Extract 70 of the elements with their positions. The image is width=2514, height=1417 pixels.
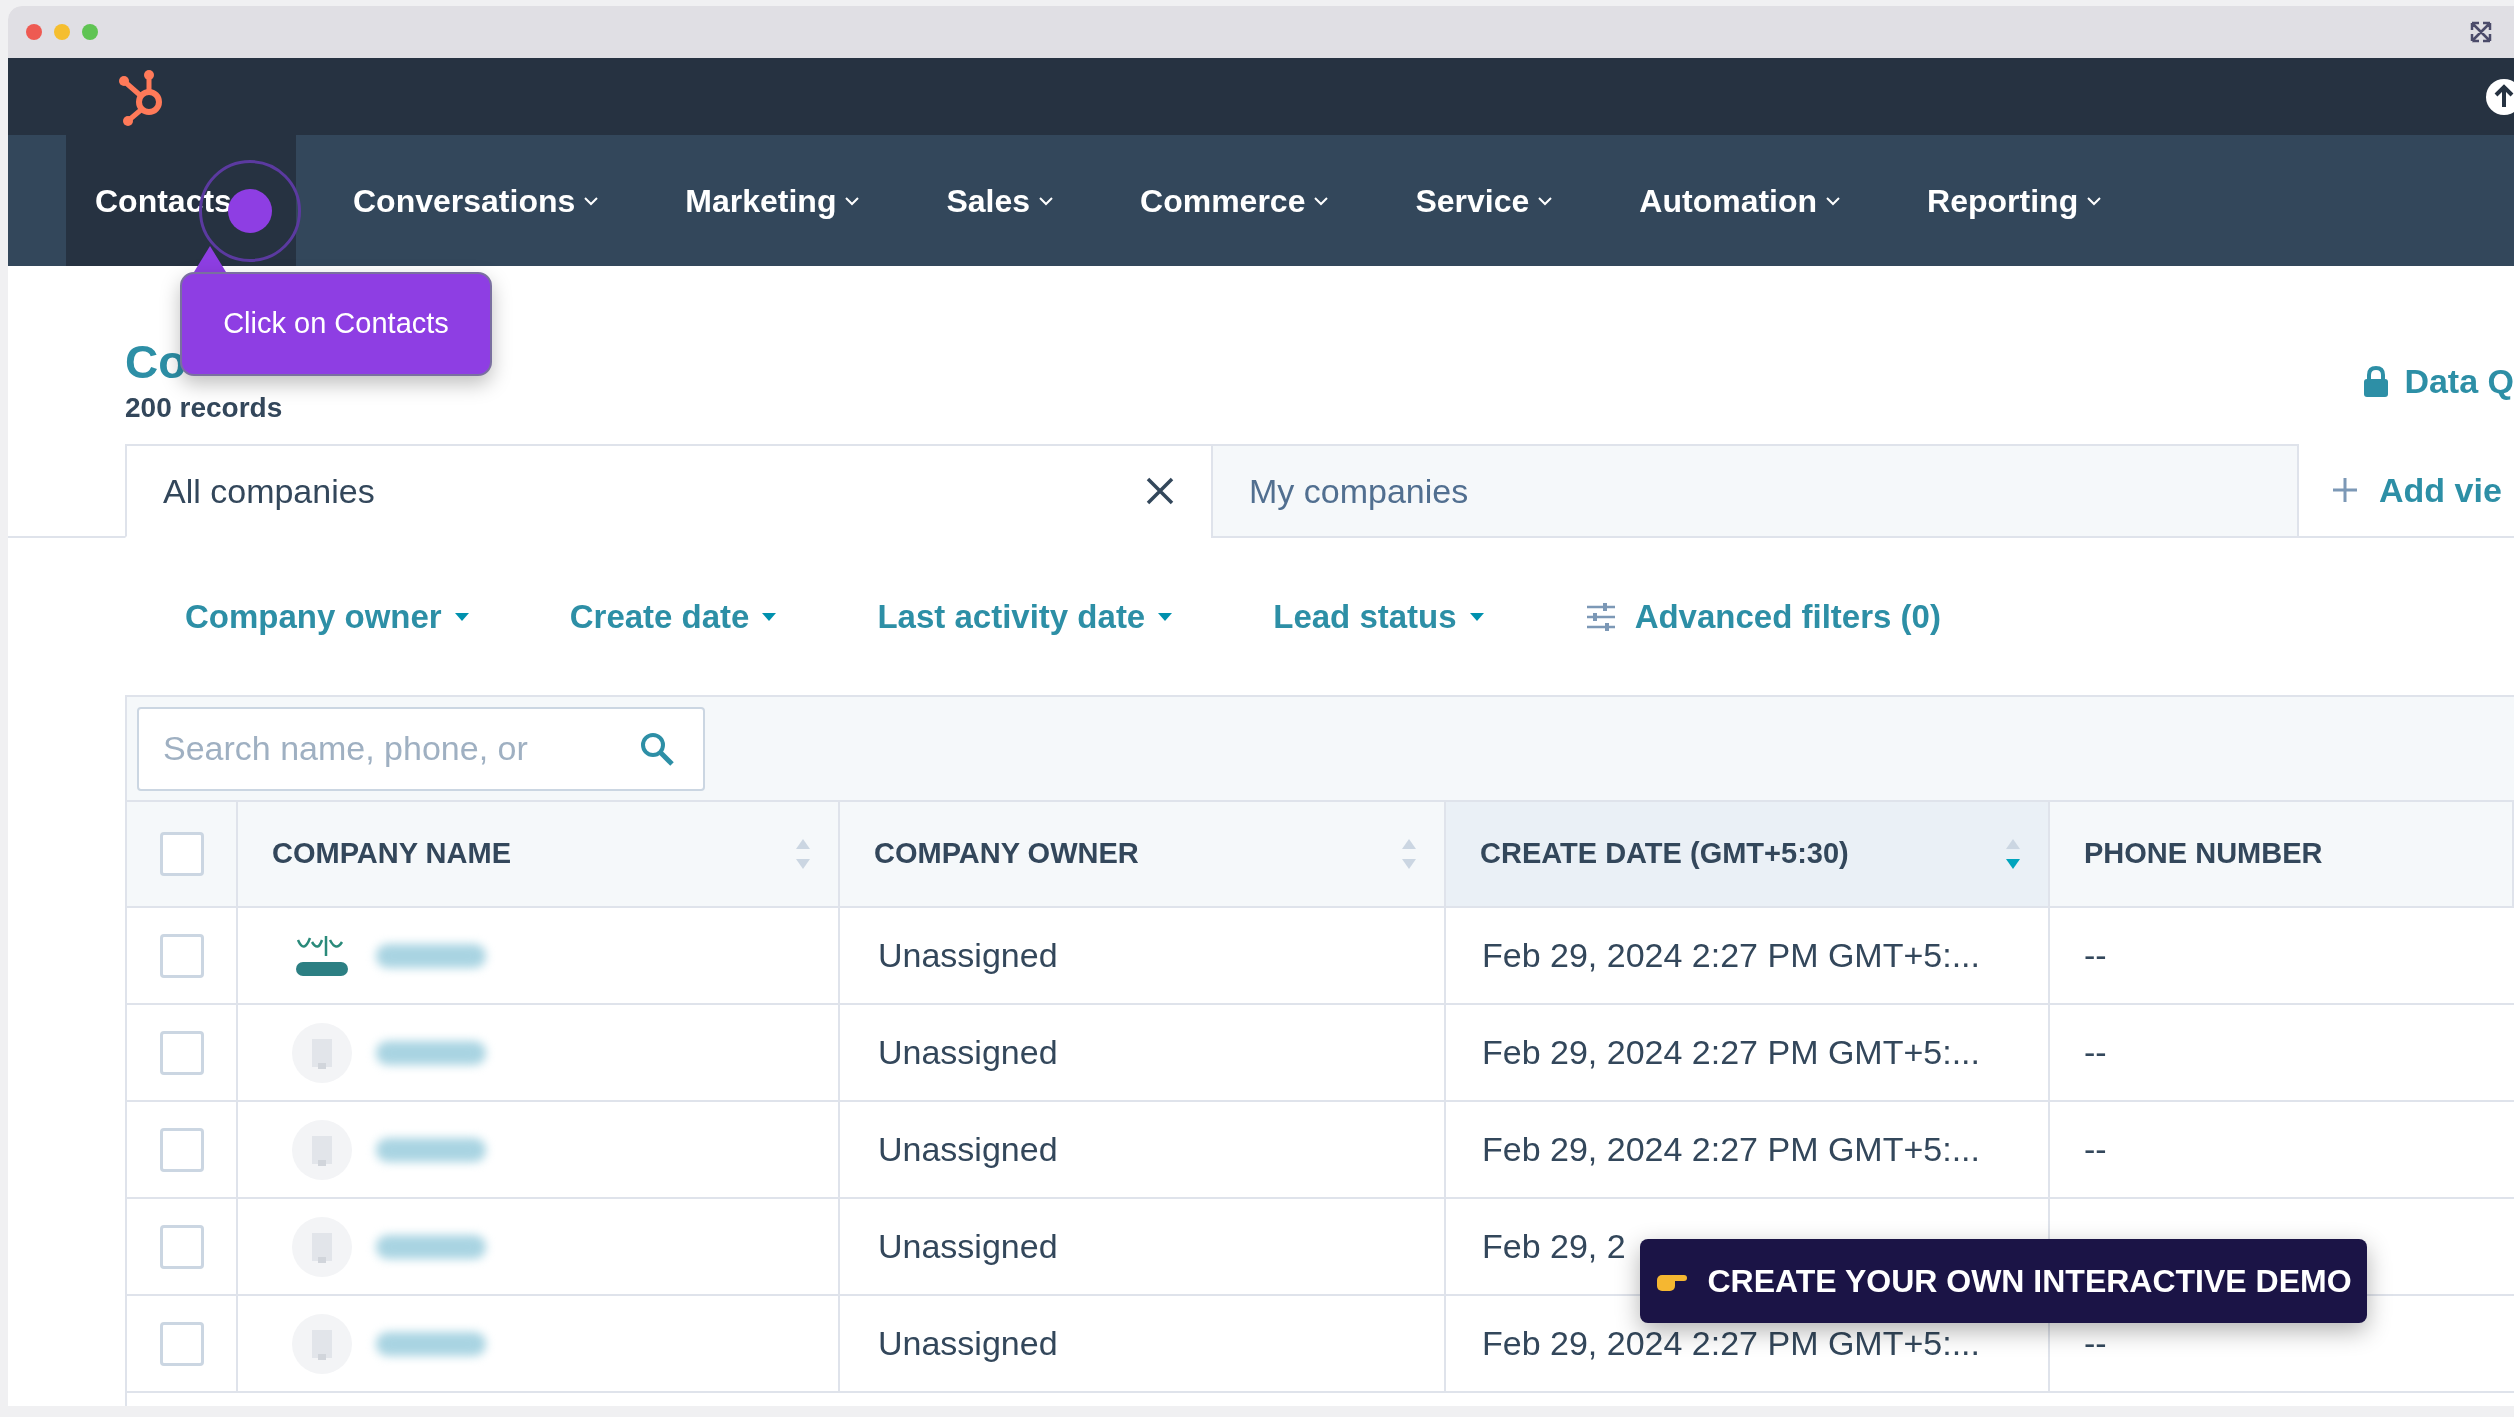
nav-menu-item[interactable]: Service [1386,135,1583,266]
maximize-window-button[interactable] [82,24,98,40]
table-cell-text: -- [2084,1032,2107,1073]
minimize-window-button[interactable] [54,24,70,40]
table-cell-text: -- [2084,935,2107,976]
checkbox[interactable] [159,1030,204,1075]
caret-down-icon [453,611,470,622]
nav-menu-item[interactable]: Marketing [656,135,890,266]
table-cell-text: Feb 29, 2 [1482,1226,1626,1267]
table-cell-text: Unassigned [878,1032,1058,1073]
checkbox[interactable] [159,1127,204,1172]
sort-icon[interactable] [1400,837,1418,871]
view-tab-label: All companies [163,470,375,512]
filter-dropdown[interactable]: Last activity date [877,591,1174,642]
nav-menu-item[interactable]: Contacts [66,135,296,266]
add-view-button[interactable]: Add vie [2297,444,2502,536]
checkbox[interactable] [159,933,204,978]
column-header[interactable]: PHONE NUMBER [2050,802,2514,906]
nav-menu-item[interactable]: Conversations [324,135,629,266]
upload-icon[interactable] [2484,76,2514,117]
nav-menu-item[interactable]: Reporting [1898,135,2132,266]
table-cell-text: Unassigned [878,1226,1058,1267]
column-header[interactable]: COMPANY NAME [238,802,840,906]
chevron-down-icon [1038,195,1055,206]
chevron-down-icon [2086,195,2103,206]
close-icon[interactable] [1145,476,1175,506]
sort-icon[interactable] [794,837,812,871]
table-cell-text: Feb 29, 2024 2:27 PM GMT+5:... [1482,1032,1980,1073]
search-field[interactable]: Search name, phone, or [137,706,705,791]
tooltip-text: Click on Contacts [223,306,449,342]
column-header[interactable]: CREATE DATE (GMT+5:30) [1446,802,2050,906]
sort-icon[interactable] [2004,837,2022,871]
table-cell-text: Feb 29, 2024 2:27 PM GMT+5:... [1482,1129,1980,1170]
nav-menu-item[interactable]: Sales [917,135,1084,266]
checkbox[interactable] [159,832,204,876]
chevron-down-icon [1537,195,1554,206]
caret-down-icon [761,611,778,622]
filter-dropdown[interactable]: Create date [569,591,778,642]
record-count: 200 records [125,391,283,425]
sliders-icon [1584,601,1617,632]
close-window-button[interactable] [26,24,42,40]
table-cell-text: Feb 29, 2024 2:27 PM GMT+5:... [1482,935,1980,976]
nav-menu-item[interactable]: Automation [1610,135,1871,266]
chevron-down-icon [844,195,861,206]
view-tab[interactable]: All companies [125,444,1213,538]
lock-icon [2362,365,2391,398]
view-tab[interactable]: My companies [1211,444,2299,538]
table-cell-text: Unassigned [878,935,1058,976]
caret-down-icon [1468,611,1485,622]
table-cell-text: Unassigned [878,1323,1058,1364]
table-cell-text: -- [2084,1323,2107,1364]
table-cell-text: Feb 29, 2024 2:27 PM GMT+5:... [1482,1323,1980,1364]
filter-dropdown[interactable]: Lead status [1273,591,1485,642]
view-tab-label: My companies [1249,470,1469,512]
chevron-down-icon [583,195,600,206]
nav-menu-item[interactable]: Commerce [1111,135,1359,266]
checkbox[interactable] [159,1224,204,1269]
table-cell-text: Unassigned [878,1129,1058,1170]
interactive-demo-banner[interactable]: CREATE YOUR OWN INTERACTIVE DEMO [1640,1239,2367,1323]
data-quality-link[interactable]: Data Q [2362,356,2514,407]
plus-icon [2331,476,2359,504]
table-cell-text: -- [2084,1129,2107,1170]
checkbox[interactable] [159,1321,204,1366]
search-icon [639,730,675,767]
advanced-filters-button[interactable]: Advanced filters (0) [1584,591,1941,642]
filter-dropdown[interactable]: Company owner [185,591,470,642]
chevron-down-icon [1313,195,1330,206]
caret-down-icon [1157,611,1174,622]
fullscreen-icon[interactable] [2470,21,2492,43]
chevron-down-icon [1825,195,1842,206]
